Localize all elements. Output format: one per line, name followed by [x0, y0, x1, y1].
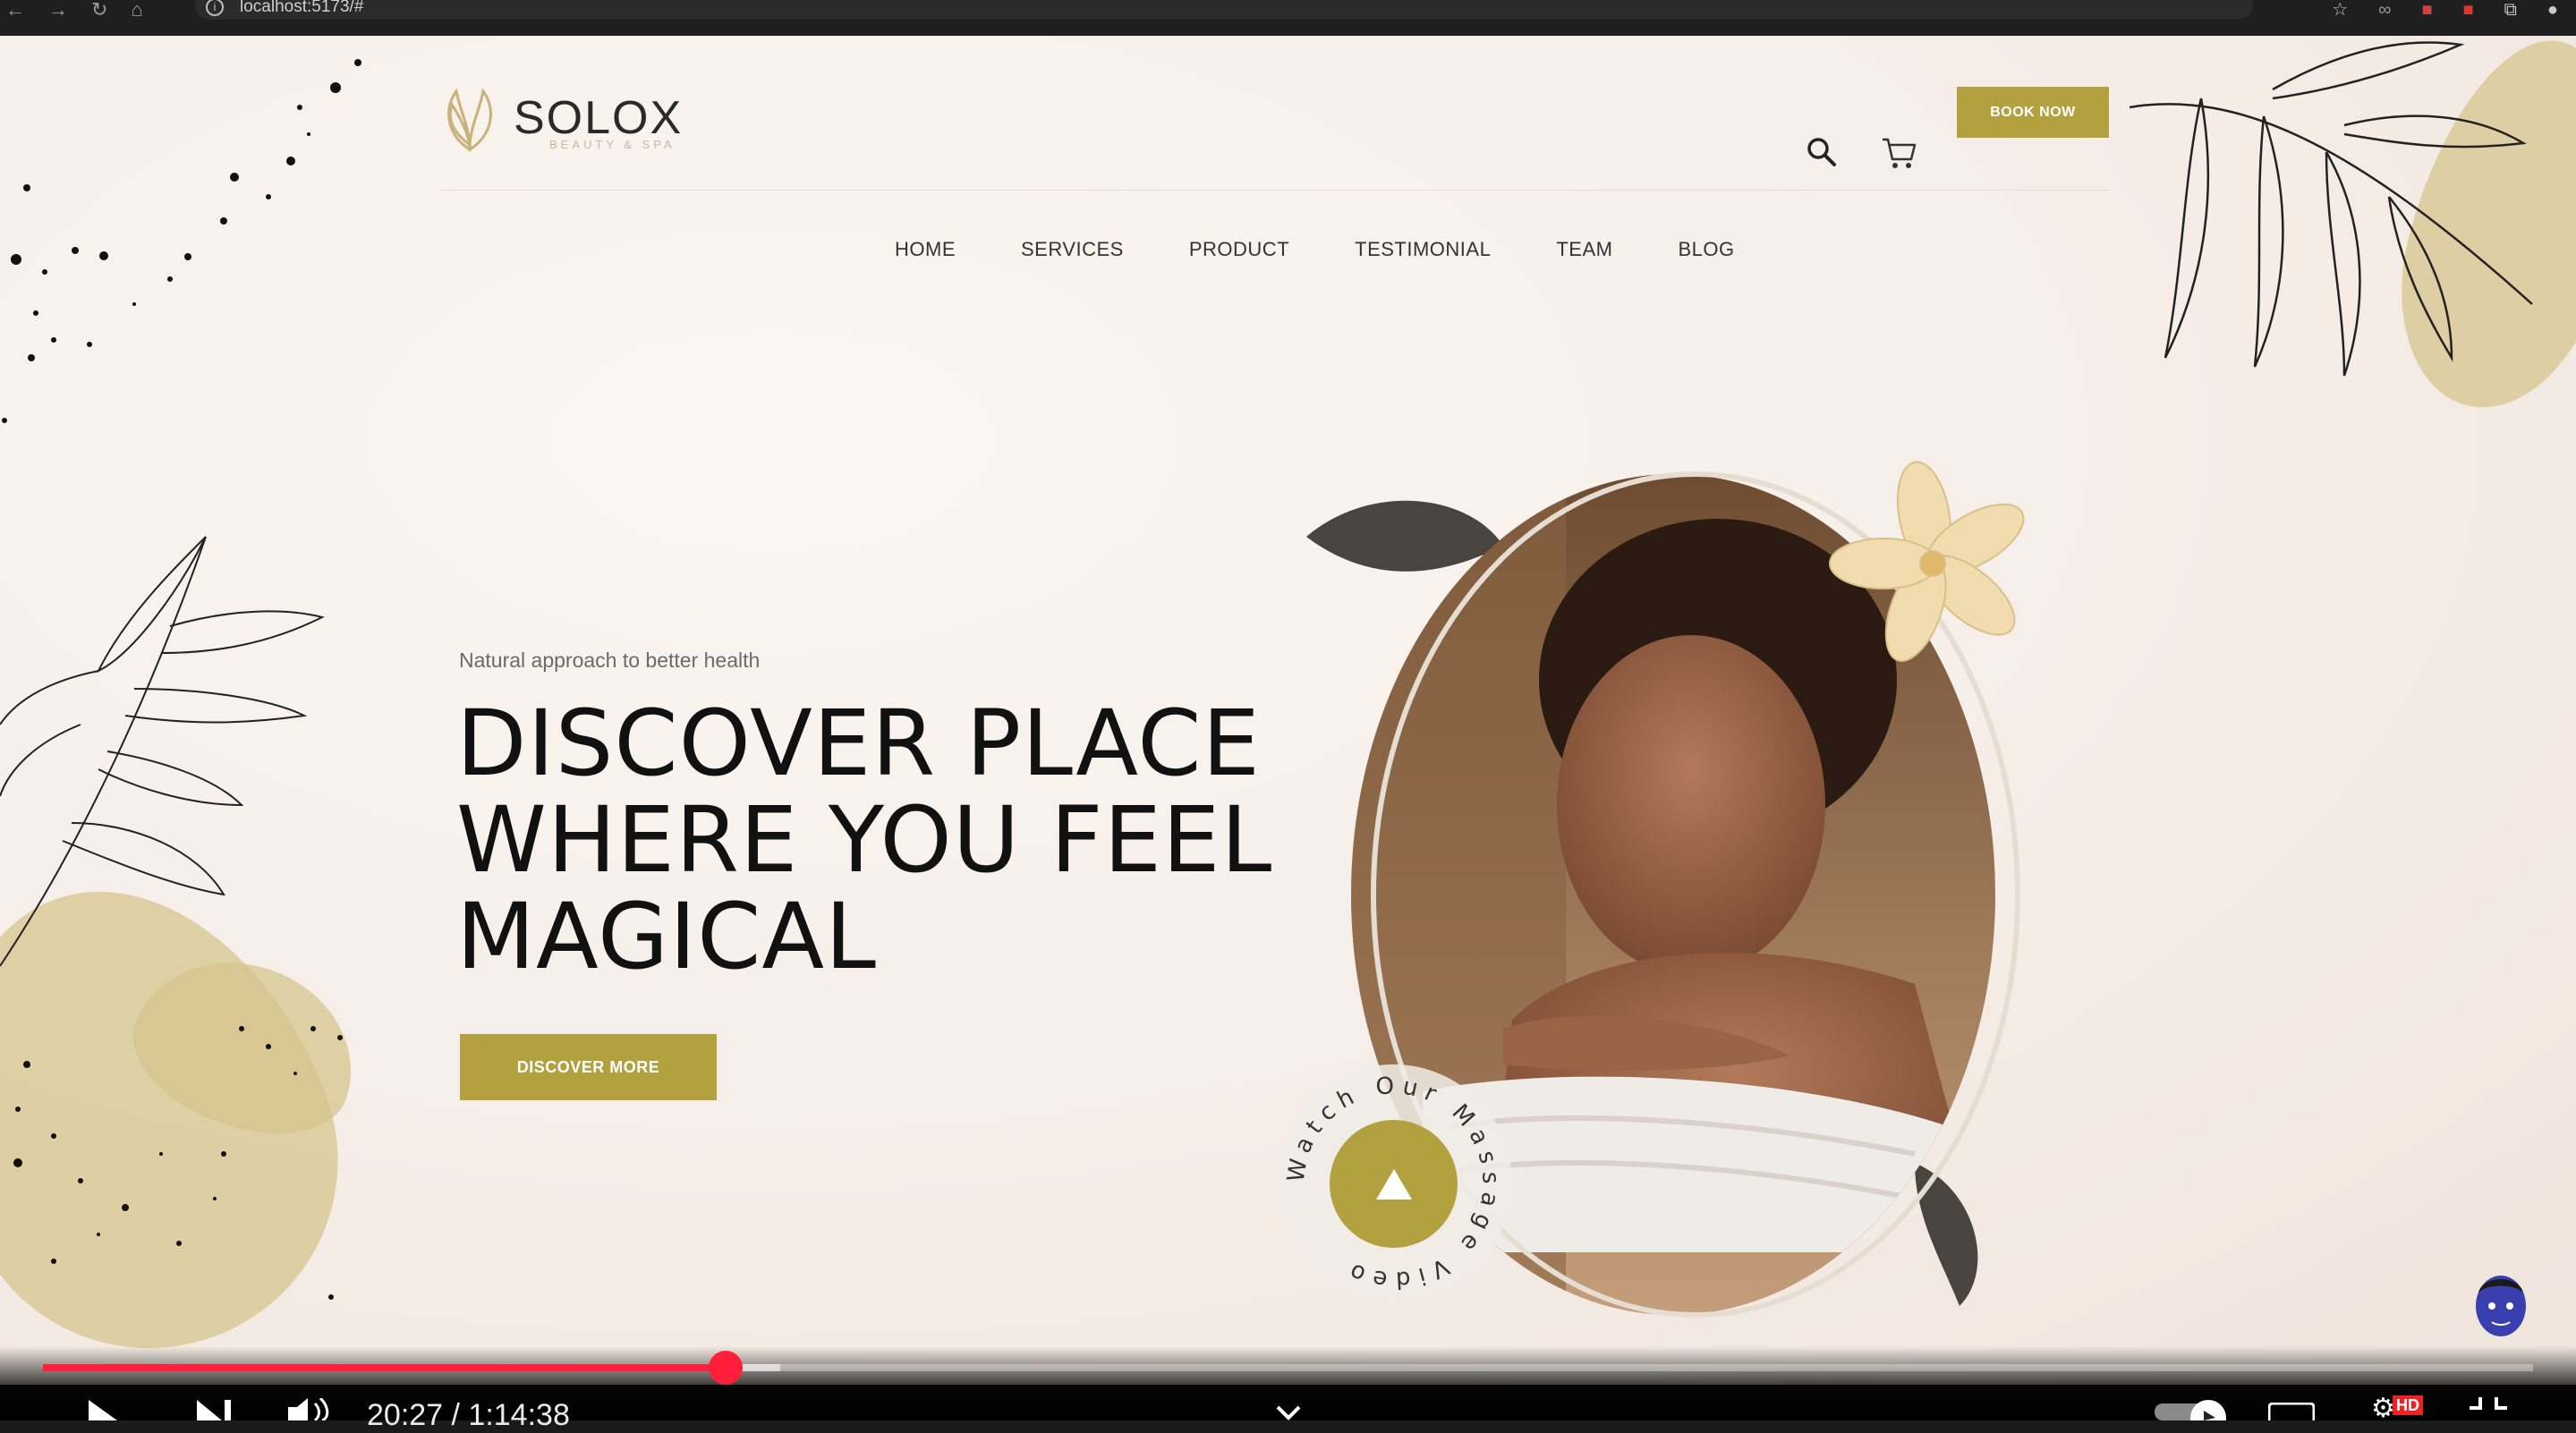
nav-item-product[interactable]: PRODUCT	[1189, 238, 1289, 261]
nav-item-testimonial[interactable]: TESTIMONIAL	[1355, 238, 1491, 261]
subtitles-icon[interactable]	[2268, 1403, 2315, 1420]
volume-icon[interactable]	[286, 1398, 331, 1420]
home-icon[interactable]: ⌂	[131, 0, 142, 20]
chevron-down-icon[interactable]	[1275, 1404, 1302, 1420]
site-logo[interactable]: SOLOX BEAUTY & SPA	[438, 82, 683, 154]
time-display: 20:27 / 1:14:38	[367, 1398, 570, 1432]
line-leaf-icon	[2130, 41, 2533, 377]
line-leaf-icon	[0, 536, 325, 967]
discover-more-button[interactable]: DISCOVER MORE	[460, 1034, 717, 1100]
nav-item-blog[interactable]: BLOG	[1678, 238, 1734, 261]
headline-line: MAGICAL	[456, 884, 877, 990]
hero-tagline: Natural approach to better health	[459, 649, 761, 672]
headline-line: DISCOVER PLACE	[456, 691, 1261, 797]
logo-subtitle: BEAUTY & SPA	[549, 138, 676, 151]
address-bar[interactable]: i localhost:5173/#	[195, 0, 2253, 20]
star-icon[interactable]: ☆	[2332, 1, 2348, 19]
search-icon[interactable]	[1804, 134, 1840, 170]
puzzle-icon[interactable]: ⧉	[2504, 1, 2517, 19]
profile-icon[interactable]: ●	[2547, 1, 2558, 19]
cart-icon[interactable]	[1879, 132, 1918, 172]
extension-icon[interactable]: ■	[2421, 1, 2432, 19]
main-nav: HOME SERVICES PRODUCT TESTIMONIAL TEAM B…	[895, 238, 1800, 261]
progress-played	[43, 1364, 726, 1371]
next-icon[interactable]	[195, 1400, 233, 1420]
site-info-icon[interactable]: i	[206, 0, 224, 16]
decorative-dots	[2, 59, 361, 423]
logo-name: SOLOX	[514, 92, 684, 144]
browser-nav: ← → ↻ ⌂	[0, 0, 143, 20]
back-arrow-icon[interactable]: ←	[5, 0, 25, 20]
webpage: SOLOX BEAUTY & SPA BOOK NOW HOME SERVICE…	[0, 36, 2576, 1385]
autoplay-toggle-icon[interactable]	[2155, 1400, 2226, 1420]
forward-arrow-icon[interactable]: →	[48, 0, 68, 20]
headline-line: WHERE YOU FEEL	[456, 787, 1273, 894]
nav-item-team[interactable]: TEAM	[1556, 238, 1612, 261]
extension-icon[interactable]: ∞	[2378, 1, 2391, 19]
play-triangle-icon	[1375, 1168, 1412, 1200]
decorative-dots	[13, 1026, 343, 1300]
hero-headline: DISCOVER PLACE WHERE YOU FEEL MAGICAL	[456, 691, 1273, 990]
avatar[interactable]	[2470, 1270, 2532, 1342]
url-text: localhost:5173/#	[240, 0, 364, 16]
hd-badge: HD	[2393, 1395, 2423, 1415]
nav-item-services[interactable]: SERVICES	[1021, 238, 1124, 261]
progress-scrubber[interactable]	[708, 1351, 743, 1385]
play-video-button[interactable]	[1330, 1120, 1458, 1248]
header-divider	[438, 190, 2110, 191]
lotus-logo-icon	[447, 88, 492, 152]
extension-bar: ☆ ∞ ■ ■ ⧉ ●	[2332, 0, 2576, 20]
book-now-button[interactable]: BOOK NOW	[1957, 87, 2109, 138]
browser-toolbar: ← → ↻ ⌂ i localhost:5173/# ☆ ∞ ■ ■ ⧉ ●	[0, 0, 2576, 36]
play-icon[interactable]	[85, 1400, 121, 1420]
settings-icon[interactable]: ⚙ HD	[2371, 1395, 2425, 1422]
exit-fullscreen-icon[interactable]	[2468, 1397, 2509, 1420]
extension-icon[interactable]: ■	[2463, 1, 2474, 19]
nav-item-home[interactable]: HOME	[895, 238, 956, 261]
reload-icon[interactable]: ↻	[91, 0, 107, 20]
